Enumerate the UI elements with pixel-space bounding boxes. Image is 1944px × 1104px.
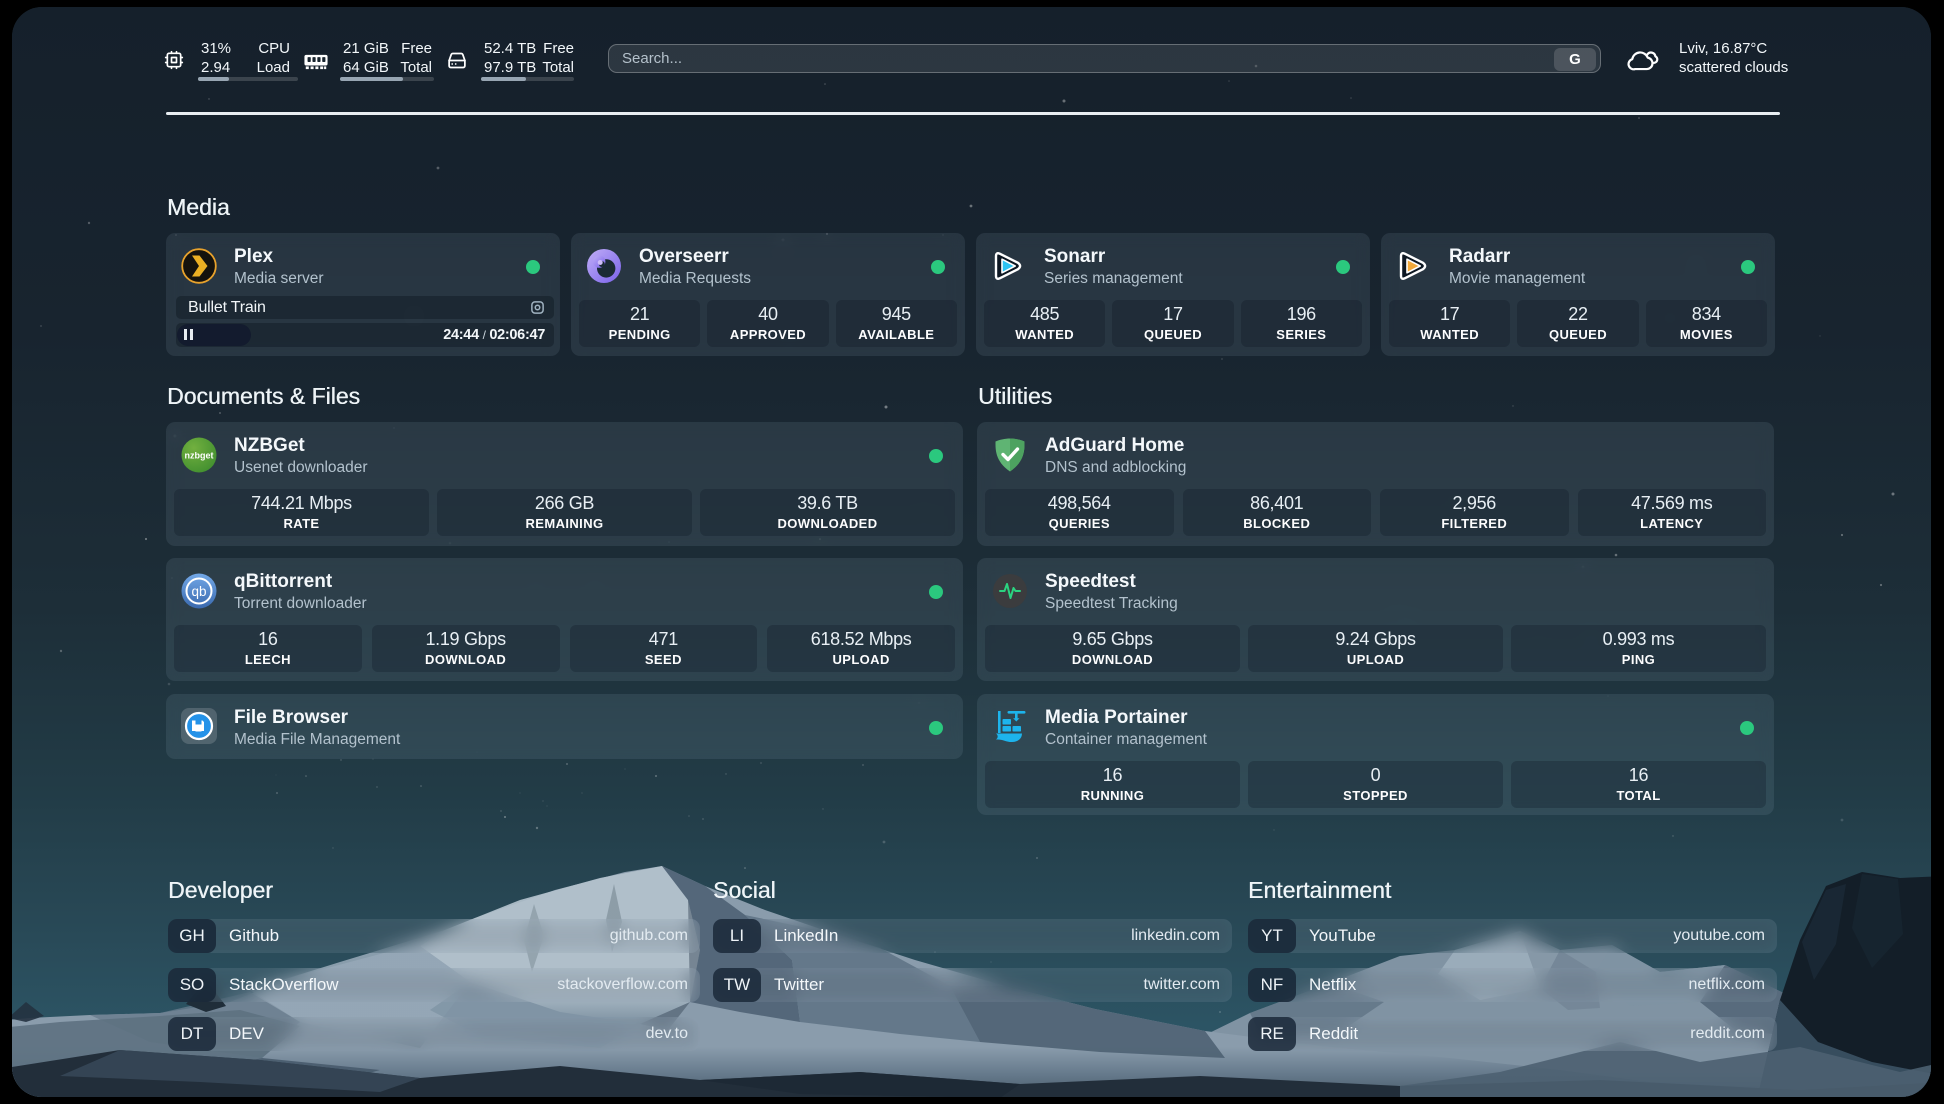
svg-text:qb: qb — [191, 584, 206, 599]
svg-text:nzbget: nzbget — [185, 451, 214, 461]
